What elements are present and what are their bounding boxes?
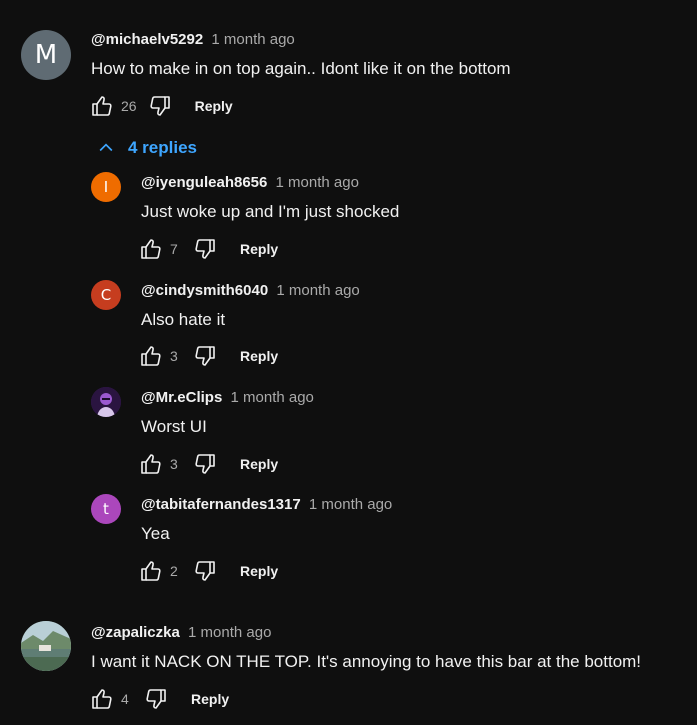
like-count: 2 bbox=[170, 563, 178, 579]
like-count: 26 bbox=[121, 98, 137, 114]
reply-button[interactable]: Reply bbox=[240, 456, 278, 472]
reply-text: Also hate it bbox=[141, 310, 226, 329]
comment-header: @michaelv5292 1 month ago bbox=[91, 31, 295, 48]
dislike-icon[interactable] bbox=[192, 451, 218, 477]
reply-button[interactable]: Reply bbox=[195, 98, 233, 114]
avatar[interactable] bbox=[91, 387, 121, 417]
reply-header: @tabitafernandes1317 1 month ago bbox=[141, 496, 392, 513]
comment-header: @zapaliczka 1 month ago bbox=[91, 624, 271, 641]
like-count: 7 bbox=[170, 241, 178, 257]
reply-button[interactable]: Reply bbox=[240, 563, 278, 579]
comment-author[interactable]: @zapaliczka bbox=[91, 624, 180, 641]
comment-text: I want it NACK ON THE TOP. It's annoying… bbox=[91, 652, 642, 671]
reply-time[interactable]: 1 month ago bbox=[276, 174, 359, 191]
dislike-icon[interactable] bbox=[192, 558, 218, 584]
reply-author[interactable]: @Mr.eClips bbox=[141, 389, 222, 406]
replies-toggle-button[interactable]: 4 replies bbox=[96, 138, 197, 158]
dislike-icon[interactable] bbox=[192, 343, 218, 369]
comment-actions: 4 Reply bbox=[89, 686, 229, 712]
reply-time[interactable]: 1 month ago bbox=[231, 389, 314, 406]
reply-text: Just woke up and I'm just shocked bbox=[141, 202, 400, 221]
like-icon[interactable] bbox=[89, 93, 115, 119]
comment-time[interactable]: 1 month ago bbox=[211, 31, 294, 48]
reply-button[interactable]: Reply bbox=[240, 348, 278, 364]
reply-author[interactable]: @tabitafernandes1317 bbox=[141, 496, 301, 513]
like-icon[interactable] bbox=[138, 236, 164, 262]
comment-actions: 26 Reply bbox=[89, 93, 233, 119]
reply-actions: 2 Reply bbox=[138, 558, 278, 584]
avatar[interactable]: C bbox=[91, 280, 121, 310]
reply-header: @cindysmith6040 1 month ago bbox=[141, 282, 360, 299]
avatar[interactable]: I bbox=[91, 172, 121, 202]
reply-text: Yea bbox=[141, 524, 170, 543]
reply-time[interactable]: 1 month ago bbox=[276, 282, 359, 299]
avatar[interactable]: t bbox=[91, 494, 121, 524]
comment-text: How to make in on top again.. Idont like… bbox=[91, 59, 511, 78]
reply-time[interactable]: 1 month ago bbox=[309, 496, 392, 513]
reply-author[interactable]: @cindysmith6040 bbox=[141, 282, 268, 299]
dislike-icon[interactable] bbox=[192, 236, 218, 262]
reply-button[interactable]: Reply bbox=[240, 241, 278, 257]
comment-time[interactable]: 1 month ago bbox=[188, 624, 271, 641]
avatar[interactable]: M bbox=[21, 30, 71, 80]
reply-author[interactable]: @iyenguleah8656 bbox=[141, 174, 267, 191]
like-count: 4 bbox=[121, 691, 129, 707]
comment-author[interactable]: @michaelv5292 bbox=[91, 31, 203, 48]
like-count: 3 bbox=[170, 456, 178, 472]
replies-toggle-label: 4 replies bbox=[128, 138, 197, 157]
dislike-icon[interactable] bbox=[147, 93, 173, 119]
reply-header: @Mr.eClips 1 month ago bbox=[141, 389, 314, 406]
chevron-up-icon bbox=[99, 143, 113, 152]
reply-actions: 7 Reply bbox=[138, 236, 278, 262]
like-icon[interactable] bbox=[89, 686, 115, 712]
like-count: 3 bbox=[170, 348, 178, 364]
like-icon[interactable] bbox=[138, 343, 164, 369]
like-icon[interactable] bbox=[138, 558, 164, 584]
avatar[interactable] bbox=[21, 621, 71, 671]
avatar-image bbox=[91, 387, 121, 417]
like-icon[interactable] bbox=[138, 451, 164, 477]
reply-text: Worst UI bbox=[141, 417, 207, 436]
reply-button[interactable]: Reply bbox=[191, 691, 229, 707]
avatar-image bbox=[21, 621, 71, 671]
reply-actions: 3 Reply bbox=[138, 451, 278, 477]
reply-header: @iyenguleah8656 1 month ago bbox=[141, 174, 359, 191]
dislike-icon[interactable] bbox=[143, 686, 169, 712]
reply-actions: 3 Reply bbox=[138, 343, 278, 369]
